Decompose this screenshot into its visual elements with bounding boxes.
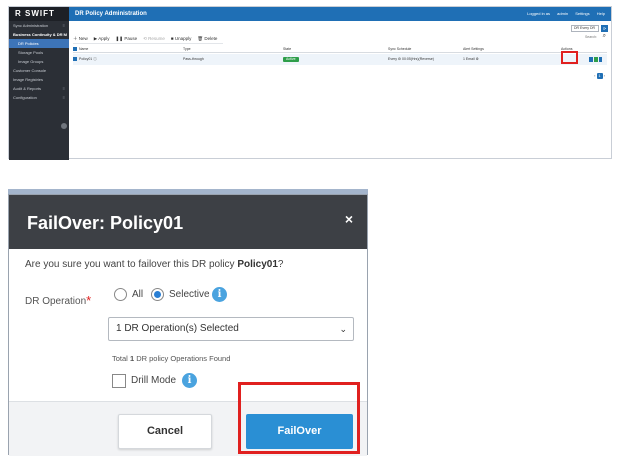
policy-name: Policy01 <box>237 259 278 270</box>
app-logo: R SWIFT <box>9 7 69 21</box>
search-icon[interactable]: ⌕ <box>603 33 606 40</box>
refresh-icon[interactable]: ⟳ <box>601 25 608 32</box>
menu-icon: ≡ <box>62 86 65 91</box>
sidebar-item-business-continuity[interactable]: Business Continuity & DR M ≡ <box>9 30 69 39</box>
menu-icon: ≡ <box>62 95 65 100</box>
settings-menu[interactable]: Settings <box>575 11 589 16</box>
radio-selective-label[interactable]: Selective <box>169 288 210 301</box>
menu-icon: ≡ <box>62 32 65 37</box>
sidebar-item-dr-policies[interactable]: DR Policies <box>9 39 69 48</box>
failover-action-icon[interactable] <box>589 57 593 62</box>
resume-button[interactable]: ⟲ Resume <box>143 36 165 42</box>
dialog-screenshot: FailOver: Policy01 × Are you sure you wa… <box>8 189 368 456</box>
select-all-checkbox[interactable] <box>73 47 77 52</box>
pagination: ‹ 1 › <box>594 73 605 79</box>
menu-icon: ≡ <box>62 23 65 28</box>
sidebar: R SWIFT Sync Administration ≡ Business Co… <box>9 7 69 160</box>
operations-found-text: Total 1 DR policy Operations Found <box>112 354 231 363</box>
dr-operation-label: DR Operation* <box>25 293 92 308</box>
toolbar: ＋ New ▶ Apply ❚❚ Pause ⟲ Resume ■ Unappl… <box>73 34 224 44</box>
new-button[interactable]: ＋ New <box>73 36 88 42</box>
unapply-button[interactable]: ■ Unapply <box>171 36 191 41</box>
page-title: DR Policy Administration <box>75 11 147 17</box>
dialog-body: Are you sure you want to failover this D… <box>9 249 367 401</box>
search-label: Search: <box>584 35 597 39</box>
top-bar: DR Policy Administration Logged in as ad… <box>69 7 611 21</box>
next-page-icon[interactable]: › <box>604 73 605 78</box>
cancel-button[interactable]: Cancel <box>118 414 212 449</box>
edit-icon[interactable] <box>594 57 598 62</box>
page-number[interactable]: 1 <box>596 73 603 79</box>
confirm-question: Are you sure you want to failover this D… <box>25 259 284 270</box>
required-mark: * <box>86 293 92 308</box>
pause-button[interactable]: ❚❚ Pause <box>116 36 138 42</box>
sidebar-item-sync-administration[interactable]: Sync Administration ≡ <box>9 21 69 30</box>
sidebar-item-image-groups[interactable]: Image Groups <box>9 57 69 66</box>
delete-button[interactable]: 🗑 Delete <box>197 36 217 42</box>
user-menu[interactable]: Logged in as admin Settings Help <box>521 7 605 21</box>
row-actions[interactable] <box>589 56 603 63</box>
table-row[interactable]: Policy01 ⓘ Pass-through Active Every ⚙ 0… <box>73 54 607 65</box>
row-checkbox[interactable] <box>73 57 77 62</box>
sidebar-item-image-registries[interactable]: Image Registries <box>9 75 69 84</box>
close-icon[interactable]: × <box>345 211 353 227</box>
info-icon[interactable]: i <box>182 373 197 388</box>
trash-icon[interactable] <box>599 57 602 62</box>
info-icon[interactable]: i <box>212 287 227 302</box>
chevron-down-icon: ⌄ <box>339 324 347 334</box>
radio-all-label[interactable]: All <box>132 288 143 301</box>
main-content: DR Every DR ⟳ Search: ⌕ ＋ New ▶ Apply ❚❚… <box>69 21 611 158</box>
table-header: Name Type State Sync Schedule Alert Sett… <box>73 45 607 53</box>
dr-operation-select[interactable]: 1 DR Operation(s) Selected ⌄ <box>108 317 354 341</box>
status-badge: Active <box>283 57 299 62</box>
gear-icon[interactable] <box>61 123 67 129</box>
sidebar-item-customer-console[interactable]: Customer Console <box>9 66 69 75</box>
dialog-header: FailOver: Policy01 × <box>9 195 367 249</box>
policy-filter-select[interactable]: DR Every DR <box>571 25 599 32</box>
dialog-title: FailOver: Policy01 <box>27 213 184 233</box>
app-window: R SWIFT Sync Administration ≡ Business Co… <box>8 6 612 160</box>
sidebar-item-storage-pools[interactable]: Storage Pools <box>9 48 69 57</box>
drill-mode-checkbox[interactable] <box>112 374 126 388</box>
apply-button[interactable]: ▶ Apply <box>94 36 110 42</box>
help-menu[interactable]: Help <box>597 11 605 16</box>
failover-highlight-box <box>238 382 360 454</box>
sidebar-item-configuration[interactable]: Configuration ≡ <box>9 93 69 102</box>
actions-highlight-box <box>561 51 578 64</box>
drill-mode-label[interactable]: Drill Mode <box>131 375 176 386</box>
sidebar-item-audit-reports[interactable]: Audit & Reports ≡ <box>9 84 69 93</box>
radio-selective[interactable] <box>151 288 164 301</box>
radio-all[interactable] <box>114 288 127 301</box>
user-name[interactable]: admin <box>557 11 568 16</box>
